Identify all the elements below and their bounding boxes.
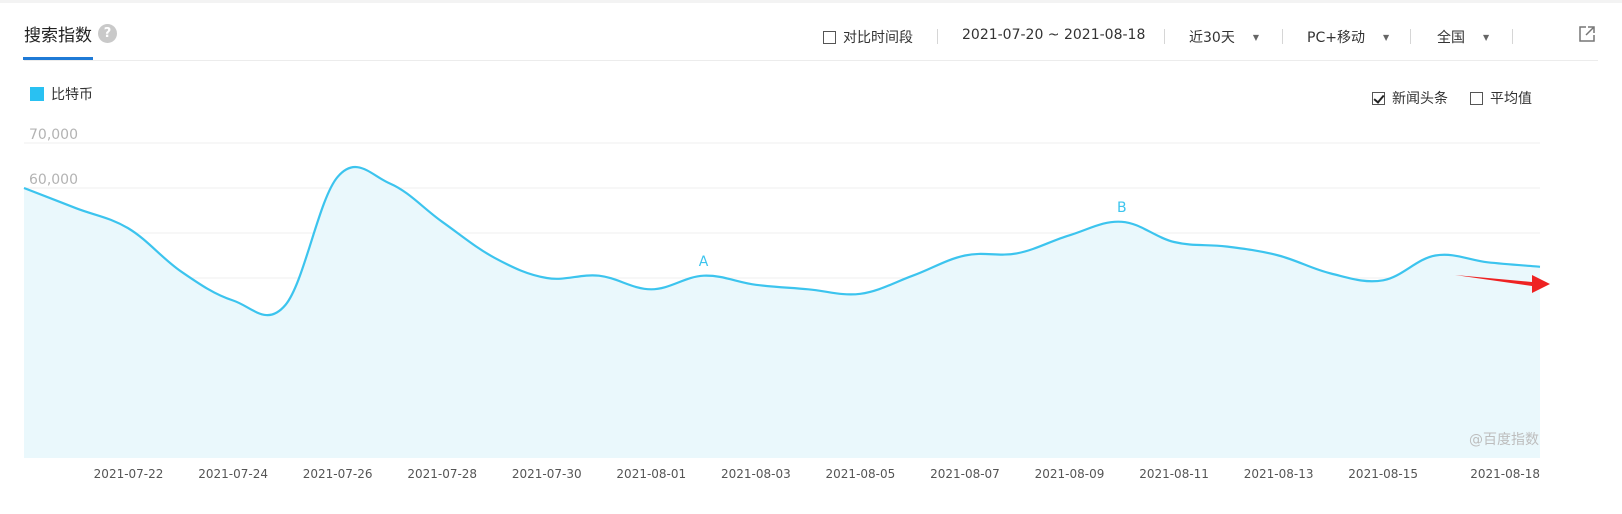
data-point[interactable] — [385, 179, 395, 189]
data-point[interactable] — [1221, 242, 1231, 252]
caret-down-icon: ▼ — [1483, 33, 1490, 42]
x-tick-label: 2021-07-28 — [407, 467, 477, 481]
x-tick-label: 2021-08-09 — [1035, 467, 1105, 481]
data-point[interactable] — [1012, 248, 1022, 258]
news-label: 新闻头条 — [1392, 91, 1448, 107]
data-point[interactable] — [1065, 230, 1075, 240]
data-point[interactable] — [1169, 237, 1179, 247]
data-point[interactable] — [1117, 217, 1127, 227]
news-annotation-marker[interactable]: A — [699, 254, 709, 270]
data-point[interactable] — [908, 271, 918, 281]
region-select[interactable]: 全国 ▼ — [1437, 27, 1489, 47]
divider — [1164, 29, 1165, 44]
data-point[interactable] — [803, 284, 813, 294]
news-annotation-marker[interactable]: B — [1117, 200, 1127, 216]
x-tick-label: 2021-07-22 — [94, 467, 164, 481]
average-toggle[interactable]: 平均值 — [1470, 88, 1532, 108]
x-tick-label: 2021-08-11 — [1139, 467, 1209, 481]
y-tick-label: 60,000 — [29, 172, 78, 188]
legend-swatch — [30, 87, 44, 101]
divider — [937, 29, 938, 44]
x-tick-label: 2021-08-03 — [721, 467, 791, 481]
data-point[interactable] — [1483, 257, 1493, 267]
data-point[interactable] — [699, 271, 709, 281]
x-tick-label: 2021-08-18 — [1470, 467, 1540, 481]
divider — [1410, 29, 1411, 44]
header-divider — [24, 60, 1598, 61]
x-tick-label: 2021-07-24 — [198, 467, 268, 481]
x-tick-label: 2021-08-13 — [1244, 467, 1314, 481]
help-icon[interactable]: ? — [98, 24, 117, 43]
average-label: 平均值 — [1490, 91, 1532, 107]
data-point[interactable] — [1326, 269, 1336, 279]
compare-period-toggle[interactable]: 对比时间段 — [823, 27, 913, 47]
data-point[interactable] — [594, 271, 604, 281]
data-point[interactable] — [1430, 251, 1440, 261]
divider — [1282, 29, 1283, 44]
caret-down-icon: ▼ — [1252, 33, 1259, 42]
data-point[interactable] — [489, 253, 499, 263]
data-point[interactable] — [855, 289, 865, 299]
data-point[interactable] — [542, 273, 552, 283]
header-bar: 搜索指数 ? 对比时间段 2021-07-20 ~ 2021-08-18 近30… — [0, 3, 1622, 61]
period-select[interactable]: 近30天 ▼ — [1189, 27, 1259, 47]
device-value: PC+移动 — [1307, 30, 1365, 46]
y-tick-label: 70,000 — [29, 127, 78, 143]
compare-label: 对比时间段 — [843, 30, 913, 46]
x-tick-label: 2021-07-30 — [512, 467, 582, 481]
x-tick-label: 2021-08-01 — [616, 467, 686, 481]
news-checkbox[interactable] — [1372, 92, 1385, 105]
watermark: @百度指数 — [1469, 432, 1539, 448]
date-range-picker[interactable]: 2021-07-20 ~ 2021-08-18 — [962, 27, 1145, 43]
data-point[interactable] — [751, 280, 761, 290]
share-external-icon[interactable] — [1578, 25, 1596, 43]
x-tick-label: 2021-08-07 — [930, 467, 1000, 481]
x-tick-label: 2021-07-26 — [303, 467, 373, 481]
page-title: 搜索指数 — [24, 26, 92, 46]
x-axis-ticks: 2021-07-22 2021-07-24 2021-07-26 2021-07-28… — [94, 467, 1540, 481]
period-value: 近30天 — [1189, 30, 1235, 46]
data-point[interactable] — [333, 172, 343, 182]
series-area-fill — [24, 167, 1540, 458]
device-select[interactable]: PC+移动 ▼ — [1307, 27, 1389, 47]
legend-label: 比特币 — [51, 87, 93, 103]
search-index-chart: 70,00060,00050,00040,00030,00020,00010,0… — [19, 127, 1550, 481]
data-point[interactable] — [1274, 251, 1284, 261]
data-point[interactable] — [1535, 262, 1545, 272]
data-point[interactable] — [176, 266, 186, 276]
average-checkbox[interactable] — [1470, 92, 1483, 105]
data-point[interactable] — [71, 203, 81, 213]
data-point[interactable] — [228, 296, 238, 306]
data-point[interactable] — [437, 217, 447, 227]
x-tick-label: 2021-08-05 — [826, 467, 896, 481]
data-point[interactable] — [280, 300, 290, 310]
divider — [1512, 29, 1513, 44]
news-headline-toggle[interactable]: 新闻头条 — [1372, 88, 1448, 108]
data-point[interactable] — [646, 284, 656, 294]
compare-checkbox[interactable] — [823, 31, 836, 44]
x-tick-label: 2021-08-15 — [1348, 467, 1418, 481]
caret-down-icon: ▼ — [1382, 33, 1390, 42]
data-point[interactable] — [19, 183, 29, 193]
region-value: 全国 — [1437, 30, 1465, 46]
data-point[interactable] — [960, 251, 970, 261]
legend[interactable]: 比特币 — [30, 84, 93, 104]
data-point[interactable] — [124, 224, 134, 234]
data-point[interactable] — [1378, 275, 1388, 285]
